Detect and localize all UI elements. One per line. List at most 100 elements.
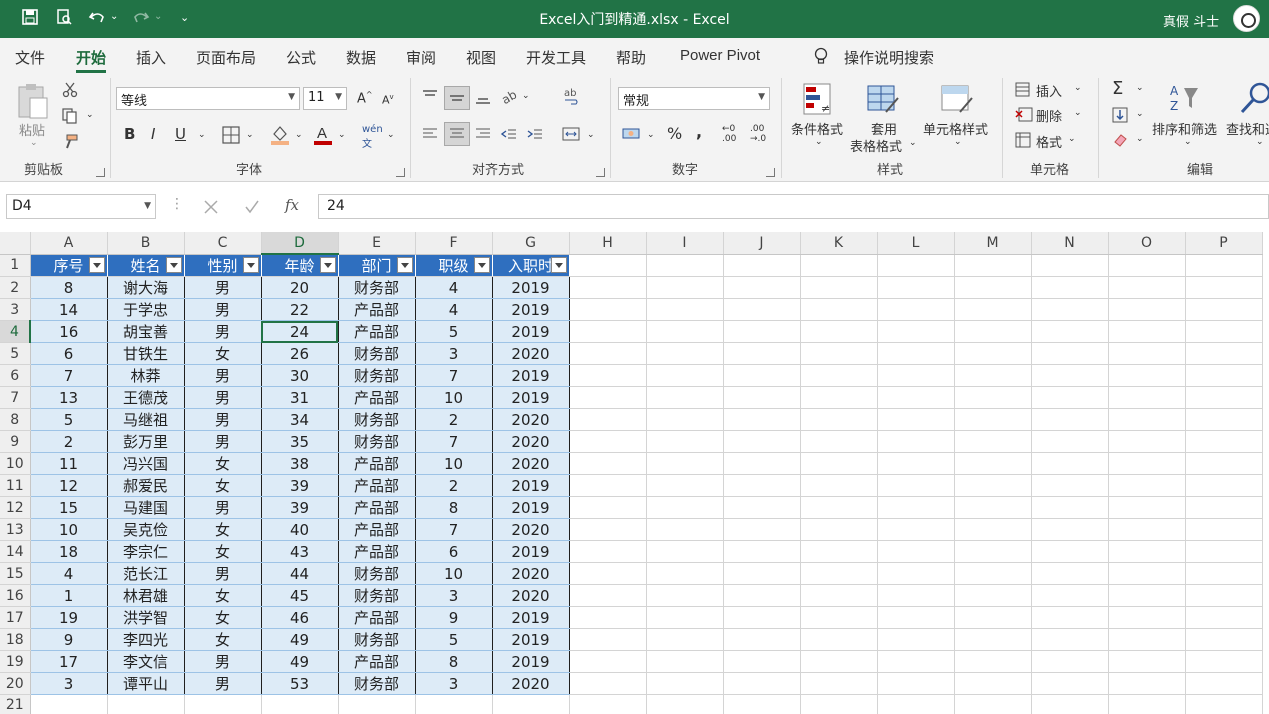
cell[interactable] bbox=[800, 320, 878, 343]
table-cell[interactable]: 44 bbox=[261, 562, 339, 585]
table-cell[interactable]: 49 bbox=[261, 628, 339, 651]
table-cell[interactable]: 女 bbox=[184, 474, 262, 497]
table-cell[interactable]: 男 bbox=[184, 672, 262, 695]
cell[interactable] bbox=[877, 672, 955, 695]
table-cell[interactable]: 3 bbox=[30, 672, 108, 695]
cell[interactable] bbox=[723, 672, 801, 695]
cell[interactable] bbox=[1108, 518, 1186, 541]
tab-power-pivot[interactable]: Power Pivot bbox=[680, 47, 760, 64]
column-header[interactable]: F bbox=[415, 232, 493, 255]
table-cell[interactable]: 2019 bbox=[492, 386, 570, 409]
table-cell[interactable]: 6 bbox=[415, 540, 493, 563]
cell[interactable] bbox=[1108, 672, 1186, 695]
cell[interactable] bbox=[1031, 408, 1109, 431]
cell[interactable] bbox=[1031, 628, 1109, 651]
table-cell[interactable]: 王德茂 bbox=[107, 386, 185, 409]
accounting-dropdown-icon[interactable]: ⌄ bbox=[647, 130, 655, 140]
row-header[interactable]: 13 bbox=[0, 518, 31, 541]
cell[interactable] bbox=[1185, 254, 1263, 277]
cell[interactable] bbox=[723, 606, 801, 629]
table-cell[interactable]: 甘铁生 bbox=[107, 342, 185, 365]
cell[interactable] bbox=[1108, 474, 1186, 497]
cell[interactable] bbox=[1185, 672, 1263, 695]
row-header[interactable]: 2 bbox=[0, 276, 31, 299]
cell[interactable] bbox=[800, 364, 878, 387]
cell[interactable] bbox=[877, 430, 955, 453]
filter-dropdown-icon[interactable] bbox=[165, 256, 182, 273]
cell[interactable] bbox=[646, 628, 724, 651]
cell[interactable] bbox=[569, 254, 647, 277]
fill-color-icon[interactable] bbox=[270, 124, 290, 150]
cell[interactable] bbox=[646, 606, 724, 629]
row-header[interactable]: 9 bbox=[0, 430, 31, 453]
cell[interactable] bbox=[877, 320, 955, 343]
cell[interactable] bbox=[1185, 386, 1263, 409]
table-cell[interactable]: 产品部 bbox=[338, 518, 416, 541]
delete-cells-label[interactable]: 删除 bbox=[1036, 106, 1062, 125]
cell[interactable] bbox=[954, 364, 1032, 387]
table-cell[interactable]: 吴克俭 bbox=[107, 518, 185, 541]
table-cell[interactable]: 15 bbox=[30, 496, 108, 519]
filter-dropdown-icon[interactable] bbox=[473, 256, 490, 273]
table-cell[interactable]: 财务部 bbox=[338, 628, 416, 651]
cell[interactable] bbox=[954, 562, 1032, 585]
table-cell[interactable]: 男 bbox=[184, 650, 262, 673]
cell[interactable] bbox=[1185, 320, 1263, 343]
cell[interactable] bbox=[723, 452, 801, 475]
sort-filter-dropdown-icon[interactable]: ⌄ bbox=[1184, 137, 1192, 147]
conditional-formatting-dropdown-icon[interactable]: ⌄ bbox=[815, 137, 823, 147]
table-cell[interactable]: 洪学智 bbox=[107, 606, 185, 629]
cell[interactable] bbox=[877, 562, 955, 585]
row-header[interactable]: 18 bbox=[0, 628, 31, 651]
table-cell[interactable]: 34 bbox=[261, 408, 339, 431]
tab-help[interactable]: 帮助 bbox=[616, 47, 646, 68]
table-cell[interactable]: 53 bbox=[261, 672, 339, 695]
table-cell[interactable]: 产品部 bbox=[338, 386, 416, 409]
table-cell[interactable]: 女 bbox=[184, 452, 262, 475]
cell[interactable] bbox=[1031, 562, 1109, 585]
format-as-table-icon[interactable] bbox=[866, 82, 900, 120]
copy-icon[interactable] bbox=[62, 108, 78, 128]
cell[interactable] bbox=[1031, 650, 1109, 673]
tab-developer[interactable]: 开发工具 bbox=[526, 47, 586, 68]
cell[interactable] bbox=[569, 452, 647, 475]
table-cell[interactable]: 产品部 bbox=[338, 298, 416, 321]
cell[interactable] bbox=[646, 540, 724, 563]
cell[interactable] bbox=[1108, 562, 1186, 585]
cell[interactable] bbox=[723, 364, 801, 387]
table-cell[interactable]: 20 bbox=[261, 276, 339, 299]
lightbulb-icon[interactable] bbox=[814, 47, 828, 69]
cell[interactable] bbox=[646, 562, 724, 585]
table-header-cell[interactable]: 序号 bbox=[30, 254, 108, 277]
cell[interactable] bbox=[954, 430, 1032, 453]
table-cell[interactable]: 49 bbox=[261, 650, 339, 673]
cell[interactable] bbox=[800, 276, 878, 299]
cell[interactable] bbox=[954, 298, 1032, 321]
cell[interactable] bbox=[877, 694, 955, 714]
table-cell[interactable]: 2019 bbox=[492, 628, 570, 651]
table-cell[interactable]: 2020 bbox=[492, 452, 570, 475]
select-all-corner[interactable] bbox=[0, 232, 31, 255]
column-header[interactable]: P bbox=[1185, 232, 1263, 255]
cell-styles-icon[interactable] bbox=[940, 82, 974, 120]
cell[interactable] bbox=[723, 628, 801, 651]
table-cell[interactable]: 财务部 bbox=[338, 276, 416, 299]
table-header-cell[interactable]: 职级 bbox=[415, 254, 493, 277]
cell[interactable] bbox=[1185, 474, 1263, 497]
table-cell[interactable]: 男 bbox=[184, 408, 262, 431]
cell[interactable] bbox=[723, 276, 801, 299]
font-color-icon[interactable]: A bbox=[313, 124, 333, 150]
cell[interactable] bbox=[1185, 430, 1263, 453]
cell[interactable] bbox=[877, 474, 955, 497]
cell[interactable] bbox=[1031, 540, 1109, 563]
filter-dropdown-icon[interactable] bbox=[242, 256, 259, 273]
increase-font-size-icon[interactable]: A^ bbox=[357, 90, 373, 106]
table-cell[interactable]: 16 bbox=[30, 320, 108, 343]
cell[interactable] bbox=[954, 540, 1032, 563]
cell[interactable] bbox=[1031, 342, 1109, 365]
cell[interactable] bbox=[646, 320, 724, 343]
cell[interactable] bbox=[877, 540, 955, 563]
cell[interactable] bbox=[1108, 298, 1186, 321]
tab-insert[interactable]: 插入 bbox=[136, 47, 166, 68]
delete-cells-dropdown-icon[interactable]: ⌄ bbox=[1074, 108, 1082, 118]
